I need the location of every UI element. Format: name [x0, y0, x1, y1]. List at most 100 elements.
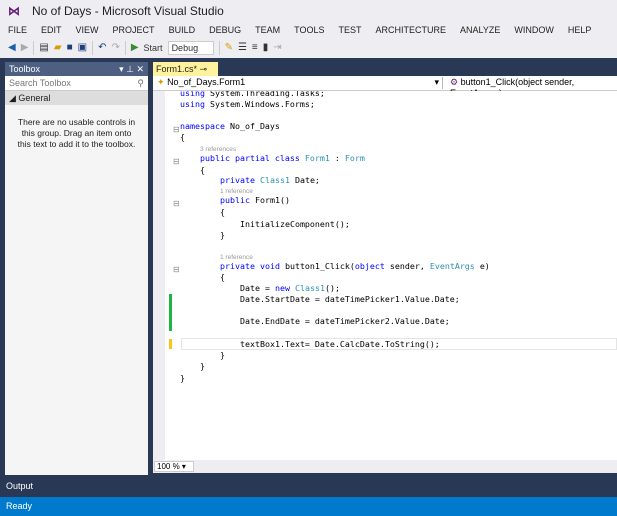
bookmark-nav-icon[interactable]: ⇥	[273, 43, 281, 53]
open-file-icon[interactable]: ▰	[54, 43, 62, 53]
code-token: Date.EndDate = dateTimePicker2.Value.Dat…	[240, 316, 450, 326]
code-token: No_of_Days	[229, 121, 280, 131]
code-line: }	[180, 373, 185, 384]
zoom-select[interactable]: 100 % ▾	[154, 461, 194, 472]
code-token: }	[220, 350, 225, 360]
code-token: e)	[479, 261, 490, 271]
navigation-bar: ✦ No_of_Days.Form1 ▾ ⚙ button1_Click(obje…	[153, 76, 617, 98]
separator	[33, 41, 35, 55]
menu-build[interactable]: BUILD	[161, 22, 202, 38]
changed-lines-marker	[169, 294, 172, 331]
collapse-icon[interactable]: ⊟	[173, 265, 180, 274]
code-token: Form1	[304, 153, 330, 163]
code-line: private void button1_Click(object sender…	[180, 261, 490, 272]
class-dropdown[interactable]: ✦ No_of_Days.Form1 ▾	[155, 77, 443, 89]
code-line: namespace No_of_Days	[180, 121, 280, 132]
pin-icon[interactable]: ⊸	[200, 64, 208, 74]
code-token: InitializeComponent();	[240, 219, 350, 229]
new-project-icon[interactable]: ▤	[39, 43, 48, 53]
code-token: {	[220, 272, 225, 282]
code-token: System.Windows.Forms;	[209, 99, 315, 109]
reference-count-link[interactable]: 1 reference	[220, 254, 253, 261]
redo-icon[interactable]: ↷	[111, 43, 119, 53]
code-line: {	[180, 207, 225, 218]
menu-architecture[interactable]: ARCHITECTURE	[367, 22, 452, 38]
back-icon[interactable]: ◀	[8, 43, 16, 53]
zoom-level: 100 %	[157, 462, 180, 471]
code-token: using	[180, 91, 205, 98]
editor-zoom-bar: 100 % ▾	[153, 460, 617, 473]
separator	[124, 41, 126, 55]
comment-icon[interactable]: ≡	[252, 43, 258, 53]
tab-form1-cs[interactable]: Form1.cs* ⊸ ✕	[153, 62, 218, 85]
menu-tools[interactable]: TOOLS	[286, 22, 330, 38]
toolbox-empty-text: There are no usable controls in this gro…	[17, 117, 136, 149]
code-line: }	[180, 361, 205, 372]
code-line: {	[180, 272, 225, 283]
class-label: No_of_Days.Form1	[167, 77, 246, 87]
code-token: sender,	[389, 261, 425, 271]
code-line: using System.Threading.Tasks;	[180, 91, 325, 99]
start-icon[interactable]: ▶	[131, 43, 139, 53]
code-token: textBox1.Text= Date.CalcDate.ToString();	[240, 339, 440, 349]
code-token: Date.StartDate = dateTimePicker1.Value.D…	[240, 294, 460, 304]
collapse-icon[interactable]: ⊟	[173, 125, 180, 134]
group-label: General	[18, 93, 51, 103]
code-token: {	[200, 165, 205, 175]
toolbox-panel: Toolbox ▾ ⊥ ✕ Search Toolbox ⚲ ◢ General T…	[5, 62, 148, 475]
separator	[92, 41, 94, 55]
code-line: }	[180, 230, 225, 241]
code-token: new	[274, 283, 290, 293]
menu-team[interactable]: TEAM	[247, 22, 286, 38]
code-token: public	[220, 195, 250, 205]
menu-edit[interactable]: EDIT	[33, 22, 68, 38]
toolbar: ◀ ▶ ▤ ▰ ■ ▣ ↶ ↷ ▶ Start Debug ✎ ☰ ≡ ▮ ⇥	[0, 38, 617, 58]
code-token: Class1	[294, 283, 325, 293]
output-panel-tab[interactable]: Output	[0, 478, 617, 496]
menu-analyze[interactable]: ANALYZE	[452, 22, 506, 38]
visual-studio-logo-icon: ⋈	[8, 4, 20, 18]
tab-label: Form1.cs*	[156, 64, 198, 74]
code-token: object	[354, 261, 385, 271]
code-token: }	[220, 230, 225, 240]
unsaved-line-marker	[169, 339, 172, 349]
panel-controls-icon[interactable]: ▾ ⊥ ✕	[119, 64, 144, 74]
code-token: :	[334, 153, 340, 163]
separator	[218, 41, 220, 55]
menu-file[interactable]: FILE	[0, 22, 33, 38]
indent-icon[interactable]: ☰	[238, 43, 247, 53]
reference-count-link[interactable]: 1 reference	[220, 188, 253, 195]
start-button[interactable]: Start	[144, 43, 163, 53]
code-token: System.Threading.Tasks;	[209, 91, 325, 98]
window-title: No of Days - Microsoft Visual Studio	[32, 4, 224, 18]
toolbox-group-general[interactable]: ◢ General	[5, 91, 148, 105]
forward-icon[interactable]: ▶	[21, 43, 29, 53]
menu-test[interactable]: TEST	[330, 22, 367, 38]
configuration-select[interactable]: Debug	[167, 41, 214, 55]
code-token: {	[220, 207, 225, 217]
menu-debug[interactable]: DEBUG	[201, 22, 247, 38]
menu-view[interactable]: VIEW	[68, 22, 105, 38]
menu-help[interactable]: HELP	[560, 22, 598, 38]
code-line: using System.Windows.Forms;	[180, 99, 315, 110]
reference-count-link[interactable]: 3 references	[200, 146, 236, 153]
menu-window[interactable]: WINDOW	[506, 22, 560, 38]
find-icon[interactable]: ✎	[225, 43, 233, 53]
code-token: Class1	[259, 175, 290, 185]
save-icon[interactable]: ■	[67, 43, 73, 53]
code-line: textBox1.Text= Date.CalcDate.ToString();	[180, 339, 440, 350]
code-token: button1_Click(	[284, 261, 355, 271]
code-editor[interactable]: ⊟ ⊟ ⊟ ⊟ using System.Threading.Tasks; usi…	[153, 91, 617, 460]
save-all-icon[interactable]: ▣	[78, 43, 87, 53]
code-token: using	[180, 99, 205, 109]
code-token: }	[200, 361, 205, 371]
collapse-icon[interactable]: ⊟	[173, 199, 180, 208]
code-line: }	[180, 350, 225, 361]
collapse-icon[interactable]: ⊟	[173, 157, 180, 166]
search-icon[interactable]: ⚲	[137, 78, 144, 88]
bookmark-icon[interactable]: ▮	[263, 43, 269, 53]
toolbox-search-input[interactable]: Search Toolbox ⚲	[5, 76, 148, 91]
menu-project[interactable]: PROJECT	[105, 22, 161, 38]
code-token: Date;	[294, 175, 320, 185]
undo-icon[interactable]: ↶	[98, 43, 106, 53]
